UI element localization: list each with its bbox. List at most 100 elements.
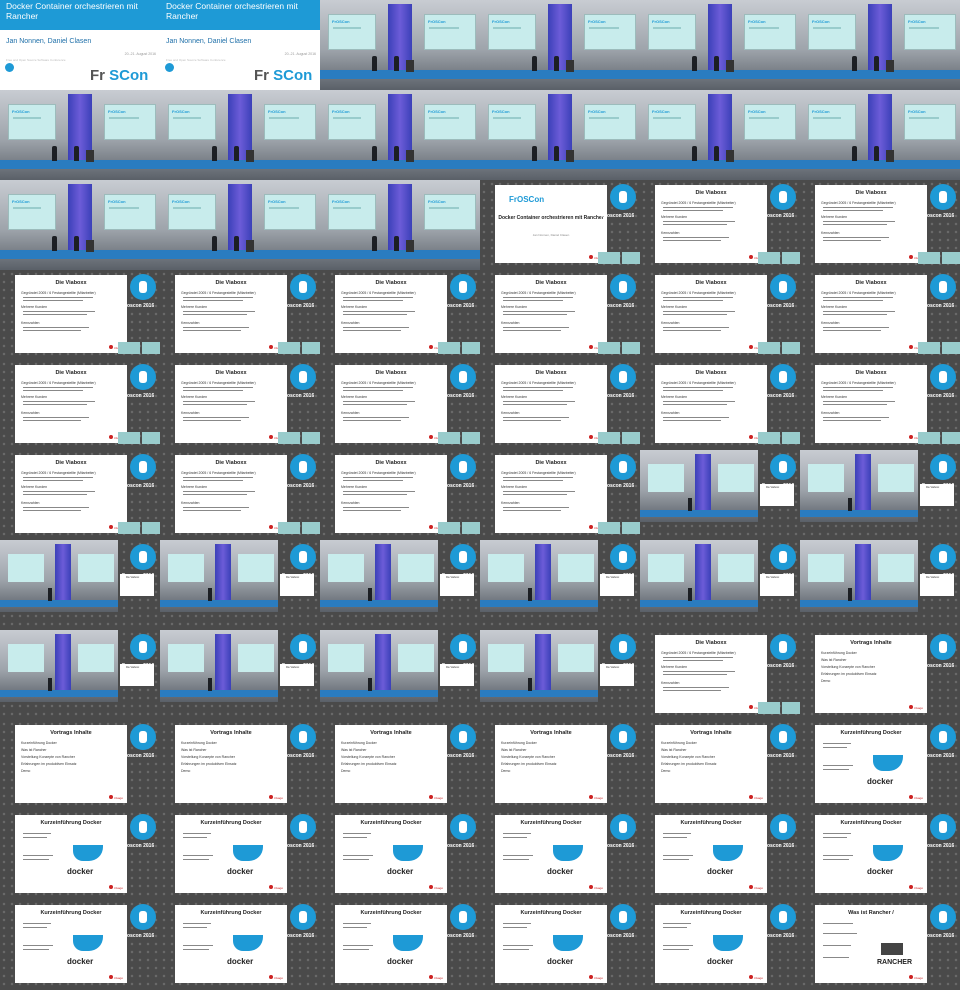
slide-bullet: Kennzahlen: [821, 321, 840, 325]
stage-thumbnail[interactable]: FrOSCon FrOSCon: [800, 90, 960, 180]
projection-screen-right: FrOSCon: [264, 104, 316, 140]
viabox-slide-thumbnail[interactable]: Die Viaboxx Gegründet 2005 / 6 Festanges…: [480, 450, 640, 540]
agenda-slide-thumbnail[interactable]: Vortrags Inhalte Kurzeinführung Docker W…: [0, 720, 160, 810]
stage-inset-thumbnail[interactable]: Froscon 2016 Die Viaboxx: [480, 630, 640, 720]
agenda-slide-thumbnail[interactable]: Vortrags Inhalte Kurzeinführung Docker W…: [480, 720, 640, 810]
slide-bullet: Kennzahlen: [341, 321, 360, 325]
speaker: [714, 146, 719, 161]
stage-thumbnail[interactable]: FrOSCon FrOSCon: [800, 0, 960, 90]
viabox-slide-thumbnail[interactable]: Die Viaboxx Gegründet 2005 / 6 Festanges…: [320, 360, 480, 450]
stage-pillar: [695, 454, 711, 510]
slide-bullet: Gegründet 2005 / 6 Festangestellte (Mita…: [821, 381, 896, 385]
rancher-slide-thumbnail[interactable]: Was ist Rancher / RANCHER trivago Frosco…: [800, 900, 960, 990]
stage-thumbnail[interactable]: FrOSCon FrOSCon: [160, 180, 320, 270]
stage-inset-thumbnail[interactable]: Froscon 2016 Die Viaboxx: [320, 630, 480, 720]
stage-inset-thumbnail[interactable]: Froscon 2016 Die Viaboxx: [800, 540, 960, 630]
speaker: [212, 236, 217, 251]
projection-screen-left: FrOSCon: [328, 194, 376, 230]
speaker: [368, 678, 372, 691]
stage-thumbnail[interactable]: FrOSCon FrOSCon: [0, 90, 160, 180]
docker-slide-thumbnail[interactable]: Kurzeinführung Docker docker trivago Fro…: [160, 900, 320, 990]
docker-slide-thumbnail[interactable]: Kurzeinführung Docker docker trivago Fro…: [480, 900, 640, 990]
froscon-badge-icon: [930, 544, 956, 570]
viabox-slide-thumbnail[interactable]: Die Viaboxx Gegründet 2005 / 6 Festanges…: [480, 270, 640, 360]
slide-line: [23, 480, 83, 481]
stage-inset-thumbnail[interactable]: Froscon 2016 Die Viaboxx: [0, 540, 160, 630]
froscon-badge-icon: [290, 364, 316, 390]
slide-title: Vortrags Inhalte: [690, 730, 732, 736]
viabox-slide-thumbnail[interactable]: Die Viaboxx Gegründet 2005 / 6 Festanges…: [800, 270, 960, 360]
docker-slide-thumbnail[interactable]: Kurzeinführung Docker docker trivago Fro…: [0, 900, 160, 990]
agenda-slide-thumbnail[interactable]: Vortrags Inhalte Kurzeinführung Docker W…: [320, 720, 480, 810]
stage-inset-thumbnail[interactable]: Froscon 2016 Die Viaboxx: [800, 450, 960, 540]
agenda-slide-thumbnail[interactable]: Vortrags Inhalte Kurzeinführung Docker W…: [800, 630, 960, 720]
title-card-thumbnail[interactable]: Docker Container orchestrieren mit Ranch…: [160, 0, 320, 90]
viabox-slide-thumbnail[interactable]: Die Viaboxx Gegründet 2005 / 6 Festanges…: [640, 630, 800, 720]
slide-preview: Die Viaboxx: [120, 664, 154, 686]
froscon-badge-icon: [450, 454, 476, 480]
stage-thumbnail[interactable]: FrOSCon FrOSCon: [160, 90, 320, 180]
viabox-slide-thumbnail[interactable]: Die Viaboxx Gegründet 2005 / 6 Festanges…: [0, 450, 160, 540]
slide-bullet: Vorstellung Konzepte von Rancher: [181, 755, 235, 759]
froscon-badge-icon: [450, 544, 476, 570]
froscon-badge-icon: [290, 454, 316, 480]
slide-bullet: Gegründet 2005 / 6 Festangestellte (Mita…: [341, 291, 416, 295]
viabox-slide-thumbnail[interactable]: Die Viaboxx Gegründet 2005 / 6 Festanges…: [640, 270, 800, 360]
stage-inset-thumbnail[interactable]: Froscon 2016 Die Viaboxx: [160, 540, 320, 630]
docker-slide-thumbnail[interactable]: Kurzeinführung Docker docker trivago Fro…: [480, 810, 640, 900]
stage-inset-thumbnail[interactable]: Froscon 2016 Die Viaboxx: [320, 540, 480, 630]
viabox-slide-thumbnail[interactable]: Die Viaboxx Gegründet 2005 / 6 Festanges…: [0, 360, 160, 450]
stage-thumbnail[interactable]: FrOSCon FrOSCon: [480, 90, 640, 180]
intro-slide-thumbnail[interactable]: FrOSCon Docker Container orchestrieren m…: [480, 180, 640, 270]
screen-line: [173, 207, 201, 209]
viabox-slide-thumbnail[interactable]: Die Viaboxx Gegründet 2005 / 6 Festanges…: [160, 270, 320, 360]
slide-card: Die Viaboxx Gegründet 2005 / 6 Festanges…: [815, 365, 927, 443]
docker-slide-thumbnail[interactable]: Kurzeinführung Docker docker trivago Fro…: [640, 810, 800, 900]
docker-slide-thumbnail[interactable]: Kurzeinführung Docker docker trivago Fro…: [320, 900, 480, 990]
viabox-slide-thumbnail[interactable]: Die Viaboxx Gegründet 2005 / 6 Festanges…: [480, 360, 640, 450]
company-logo: trivago: [589, 975, 603, 980]
stage-thumbnail[interactable]: FrOSCon FrOSCon: [320, 90, 480, 180]
agenda-slide-thumbnail[interactable]: Vortrags Inhalte Kurzeinführung Docker W…: [160, 720, 320, 810]
slide-bullet: Was ist Rancher: [341, 748, 367, 752]
stage-thumbnail[interactable]: FrOSCon FrOSCon: [640, 90, 800, 180]
speaker: [368, 588, 372, 601]
stage-inset-thumbnail[interactable]: Froscon 2016 Die Viaboxx: [0, 630, 160, 720]
docker-slide-thumbnail[interactable]: Kurzeinführung Docker docker trivago Fro…: [0, 810, 160, 900]
docker-slide-thumbnail[interactable]: Kurzeinführung Docker docker trivago Fro…: [800, 720, 960, 810]
docker-slide-thumbnail[interactable]: Kurzeinführung Docker docker trivago Fro…: [160, 810, 320, 900]
stage-thumbnail[interactable]: FrOSCon FrOSCon: [320, 0, 480, 90]
viabox-slide-thumbnail[interactable]: Die Viaboxx Gegründet 2005 / 6 Festanges…: [800, 180, 960, 270]
stage-thumbnail[interactable]: FrOSCon FrOSCon: [320, 180, 480, 270]
agenda-slide-thumbnail[interactable]: Vortrags Inhalte Kurzeinführung Docker W…: [640, 720, 800, 810]
docker-slide-thumbnail[interactable]: Kurzeinführung Docker docker trivago Fro…: [640, 900, 800, 990]
viabox-slide-thumbnail[interactable]: Die Viaboxx Gegründet 2005 / 6 Festanges…: [160, 450, 320, 540]
stage-inset-thumbnail[interactable]: Froscon 2016 Die Viaboxx: [640, 450, 800, 540]
viabox-slide-thumbnail[interactable]: Die Viaboxx Gegründet 2005 / 6 Festanges…: [320, 450, 480, 540]
camera-inset: [758, 252, 780, 264]
slide-line: [23, 401, 95, 402]
speaker: [874, 56, 879, 71]
stage-inset-thumbnail[interactable]: Froscon 2016 Die Viaboxx: [160, 630, 320, 720]
slide-card: Kurzeinführung Docker docker trivago: [655, 905, 767, 983]
slide-line: [183, 949, 209, 950]
screen-line: [909, 117, 939, 119]
viabox-slide-thumbnail[interactable]: Die Viaboxx Gegründet 2005 / 6 Festanges…: [320, 270, 480, 360]
stage-thumbnail[interactable]: FrOSCon FrOSCon: [0, 180, 160, 270]
docker-slide-thumbnail[interactable]: Kurzeinführung Docker docker trivago Fro…: [320, 810, 480, 900]
stage-thumbnail[interactable]: FrOSCon FrOSCon: [480, 0, 640, 90]
viabox-slide-thumbnail[interactable]: Die Viaboxx Gegründet 2005 / 6 Festanges…: [800, 360, 960, 450]
camera-inset: [758, 342, 780, 354]
stage-banner: [320, 70, 480, 79]
screen-line: [749, 27, 779, 29]
viabox-slide-thumbnail[interactable]: Die Viaboxx Gegründet 2005 / 6 Festanges…: [0, 270, 160, 360]
viabox-slide-thumbnail[interactable]: Die Viaboxx Gegründet 2005 / 6 Festanges…: [640, 180, 800, 270]
title-card-thumbnail[interactable]: Docker Container orchestrieren mit Ranch…: [0, 0, 160, 90]
viabox-slide-thumbnail[interactable]: Die Viaboxx Gegründet 2005 / 6 Festanges…: [160, 360, 320, 450]
docker-slide-thumbnail[interactable]: Kurzeinführung Docker docker trivago Fro…: [800, 810, 960, 900]
stage-thumbnail[interactable]: FrOSCon FrOSCon: [640, 0, 800, 90]
stage-inset-thumbnail[interactable]: Froscon 2016 Die Viaboxx: [640, 540, 800, 630]
camera-inset: [142, 432, 160, 444]
stage-inset-thumbnail[interactable]: Froscon 2016 Die Viaboxx: [480, 540, 640, 630]
viabox-slide-thumbnail[interactable]: Die Viaboxx Gegründet 2005 / 6 Festanges…: [640, 360, 800, 450]
